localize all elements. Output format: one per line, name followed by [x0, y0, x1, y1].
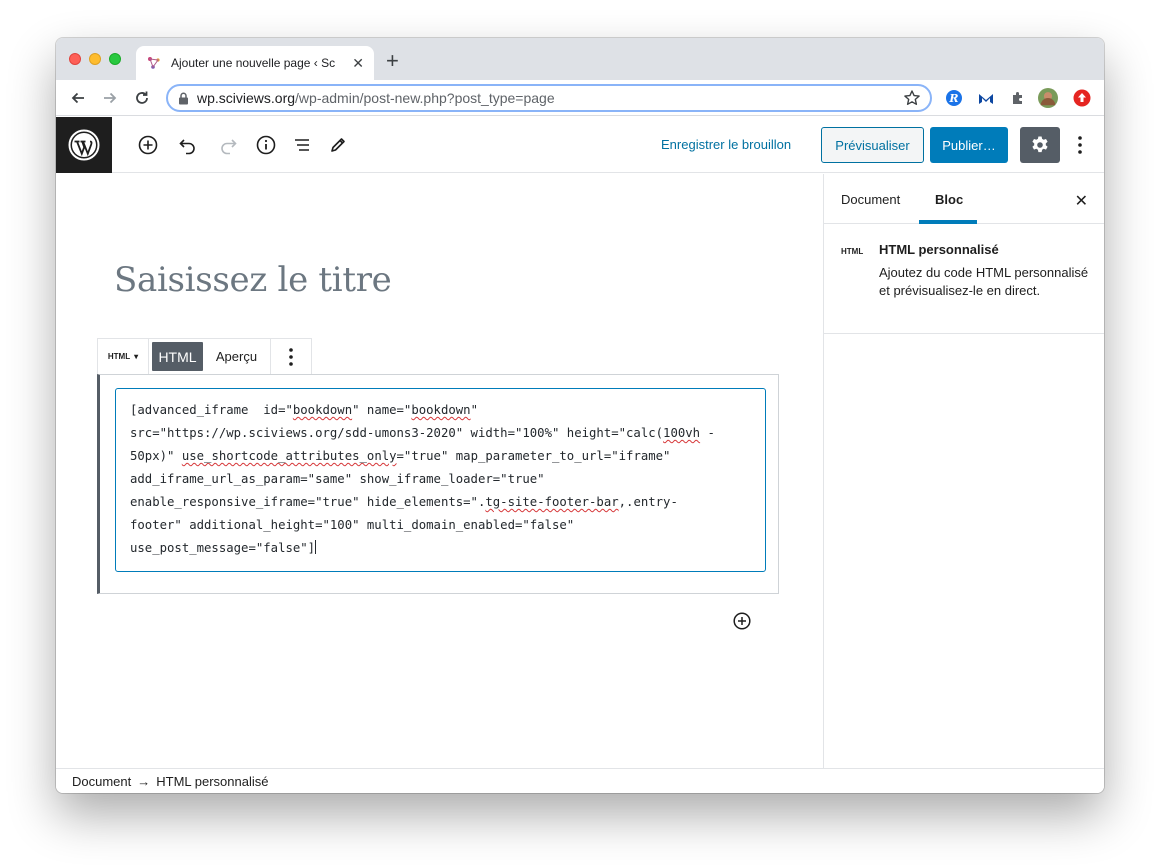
tab-block[interactable]: Bloc	[935, 192, 963, 207]
preview-button[interactable]: Prévisualiser	[821, 127, 924, 163]
post-title-input[interactable]: Saisissez le titre	[114, 260, 392, 300]
block-card-title: HTML personnalisé	[879, 242, 999, 257]
malwarebytes-extension-icon[interactable]	[976, 88, 996, 108]
code-line: footer" additional_height="100" multi_do…	[130, 518, 575, 532]
settings-gear-button[interactable]	[1020, 127, 1060, 163]
block-inserter-plus-icon[interactable]	[733, 612, 751, 630]
back-arrow-icon[interactable]	[68, 88, 88, 108]
html-block-icon: HTML	[841, 247, 864, 256]
editor-canvas: Saisissez le titre HTML ▾ HTML Aperçu [a…	[56, 174, 823, 768]
zoom-window-button[interactable]	[109, 53, 121, 65]
minimize-window-button[interactable]	[89, 53, 101, 65]
more-options-vertical-icon[interactable]	[1072, 133, 1088, 157]
svg-text:R: R	[948, 92, 958, 105]
r-extension-icon[interactable]: R	[944, 88, 964, 108]
address-bar[interactable]: wp.sciviews.org/wp-admin/post-new.php?po…	[166, 84, 932, 112]
code-line: 50px)" use_shortcode_attributes_only="tr…	[130, 449, 671, 463]
block-more-options-icon[interactable]	[271, 339, 311, 374]
caret-down-icon: ▾	[134, 352, 139, 361]
site-favicon-icon	[146, 55, 162, 71]
text-caret	[315, 540, 317, 554]
block-card: HTML HTML personnalisé Ajoutez du code H…	[824, 224, 1104, 334]
block-toolbar: HTML ▾ HTML Aperçu	[97, 338, 312, 374]
block-breadcrumb: Document → HTML personnalisé	[56, 768, 1104, 793]
upload-extension-icon[interactable]	[1072, 88, 1092, 108]
extensions-puzzle-icon[interactable]	[1008, 88, 1028, 108]
info-icon[interactable]	[255, 134, 277, 156]
close-window-button[interactable]	[69, 53, 81, 65]
browser-tab-active[interactable]: Ajouter une nouvelle page ‹ Sc ✕	[136, 46, 374, 80]
publish-button[interactable]: Publier…	[930, 127, 1008, 163]
redo-icon[interactable]	[217, 134, 239, 156]
bookmark-star-icon[interactable]	[903, 89, 921, 112]
block-navigation-list-icon[interactable]	[291, 134, 313, 156]
tab-preview[interactable]: Aperçu	[203, 339, 271, 374]
edit-pencil-icon[interactable]	[327, 134, 349, 156]
code-line: add_iframe_url_as_param="same" show_ifra…	[130, 472, 545, 486]
forward-arrow-icon[interactable]	[100, 88, 120, 108]
sidebar-tabs: Document Bloc ✕	[824, 174, 1104, 224]
code-line: enable_responsive_iframe="true" hide_ele…	[130, 495, 678, 509]
wordpress-logo-icon[interactable]	[56, 117, 112, 173]
save-draft-button[interactable]: Enregistrer le brouillon	[661, 137, 791, 152]
add-block-plus-icon[interactable]	[137, 134, 159, 156]
tab-close-icon[interactable]: ✕	[352, 55, 364, 71]
lock-icon	[179, 92, 188, 104]
html-block-icon: HTML	[107, 352, 131, 361]
browser-window: Ajouter une nouvelle page ‹ Sc ✕ + wp.sc…	[56, 38, 1104, 793]
tab-strip: Ajouter une nouvelle page ‹ Sc ✕ +	[56, 38, 1104, 80]
browser-toolbar: wp.sciviews.org/wp-admin/post-new.php?po…	[56, 80, 1104, 116]
undo-icon[interactable]	[177, 134, 199, 156]
code-line: src="https://wp.sciviews.org/sdd-umons3-…	[130, 426, 715, 440]
code-line: [advanced_iframe id="bookdown" name="boo…	[130, 403, 478, 417]
settings-sidebar: Document Bloc ✕ HTML HTML personnalisé A…	[823, 174, 1104, 768]
tab-html[interactable]: HTML	[152, 342, 203, 371]
code-line: use_post_message="false"]	[130, 541, 316, 555]
arrow-right-icon: →	[137, 773, 151, 789]
close-sidebar-icon[interactable]: ✕	[1075, 191, 1088, 211]
breadcrumb-current-block: HTML personnalisé	[156, 773, 269, 789]
block-type-switcher[interactable]: HTML ▾	[98, 339, 149, 374]
gear-icon	[1032, 136, 1048, 153]
custom-html-block: [advanced_iframe id="bookdown" name="boo…	[97, 374, 779, 594]
new-tab-button[interactable]: +	[386, 50, 399, 72]
breadcrumb-document[interactable]: Document	[72, 774, 131, 789]
url-text: wp.sciviews.org/wp-admin/post-new.php?po…	[197, 90, 555, 106]
editor-header: Enregistrer le brouillon Prévisualiser P…	[56, 117, 1104, 173]
reload-icon[interactable]	[132, 88, 152, 108]
block-card-description: Ajoutez du code HTML personnalisé et pré…	[879, 265, 1089, 298]
html-code-textarea[interactable]: [advanced_iframe id="bookdown" name="boo…	[115, 388, 766, 572]
tab-title: Ajouter une nouvelle page ‹ Sc	[171, 56, 336, 70]
tab-document[interactable]: Document	[841, 192, 900, 207]
profile-avatar[interactable]	[1038, 88, 1058, 108]
